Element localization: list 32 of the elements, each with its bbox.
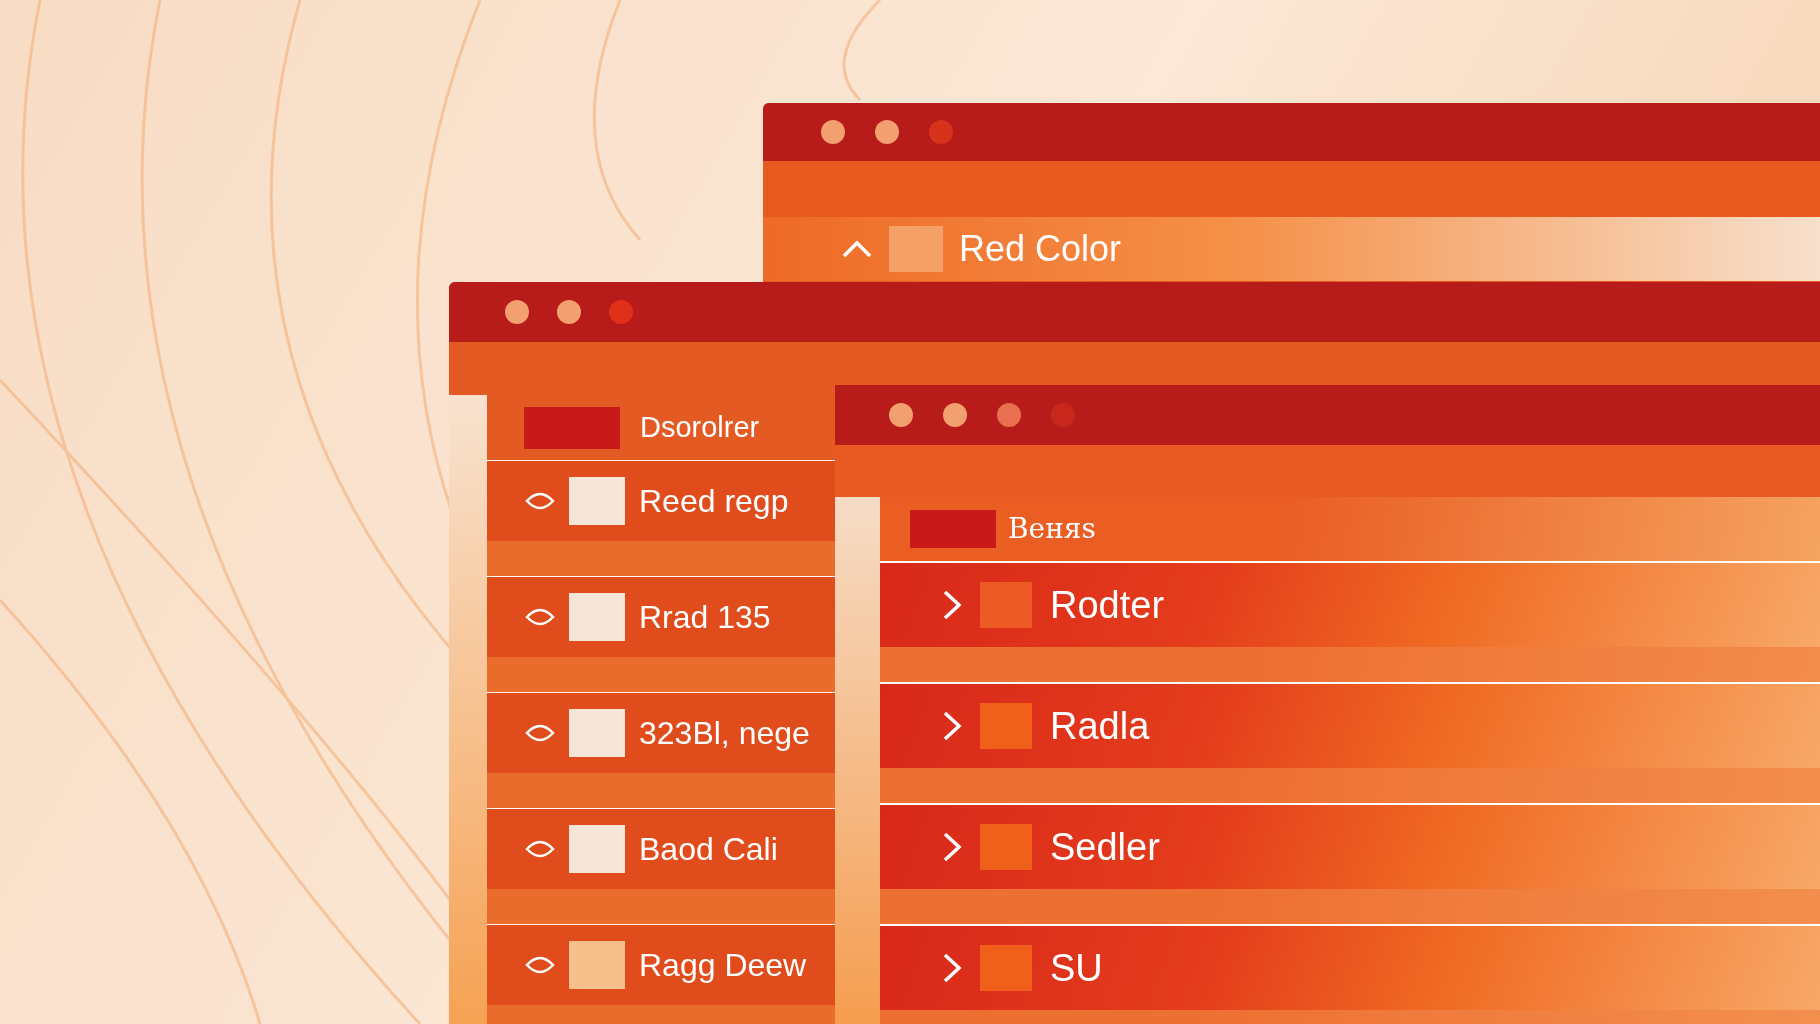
eye-icon[interactable] xyxy=(525,491,555,511)
layer-row[interactable]: 323Bl, nege xyxy=(487,693,835,773)
tree-label: Radla xyxy=(1050,703,1150,749)
tree-row[interactable]: Rodter xyxy=(880,563,1820,647)
chevron-right-icon[interactable] xyxy=(942,710,962,742)
layer-label: Rrad 135 xyxy=(639,598,771,637)
row-label: Red Color xyxy=(959,227,1122,271)
eye-icon[interactable] xyxy=(525,723,555,743)
tree-row[interactable]: Sedler xyxy=(880,805,1820,889)
tree-row[interactable]: Radla xyxy=(880,684,1820,768)
panel-heading: Dsorolrer xyxy=(640,409,760,445)
eye-icon[interactable] xyxy=(525,955,555,975)
list-row[interactable]: Red Color xyxy=(763,217,1820,281)
tree-label: Rodter xyxy=(1050,582,1165,628)
layer-row[interactable]: Reed regp xyxy=(487,461,835,541)
chevron-right-icon[interactable] xyxy=(942,952,962,984)
chevron-right-icon[interactable] xyxy=(942,589,962,621)
layer-label: Reed regp xyxy=(639,482,789,521)
chevron-right-icon[interactable] xyxy=(942,831,962,863)
tree-row[interactable]: SU xyxy=(880,926,1820,1010)
layer-row[interactable]: Baod Cali xyxy=(487,809,835,889)
eye-icon[interactable] xyxy=(525,839,555,859)
layer-label: Ragg Deew xyxy=(639,946,807,985)
layer-row[interactable]: Rrad 135 xyxy=(487,577,835,657)
chevron-up-icon[interactable] xyxy=(841,239,873,259)
panel-heading: Beняs xyxy=(1008,511,1096,547)
tree-label: SU xyxy=(1050,945,1103,991)
layer-label: Baod Cali xyxy=(639,830,778,869)
tree-label: Sedler xyxy=(1050,824,1160,870)
layer-row[interactable]: Ragg Deew xyxy=(487,925,835,1005)
eye-icon[interactable] xyxy=(525,607,555,627)
layer-label: 323Bl, nege xyxy=(639,714,810,753)
